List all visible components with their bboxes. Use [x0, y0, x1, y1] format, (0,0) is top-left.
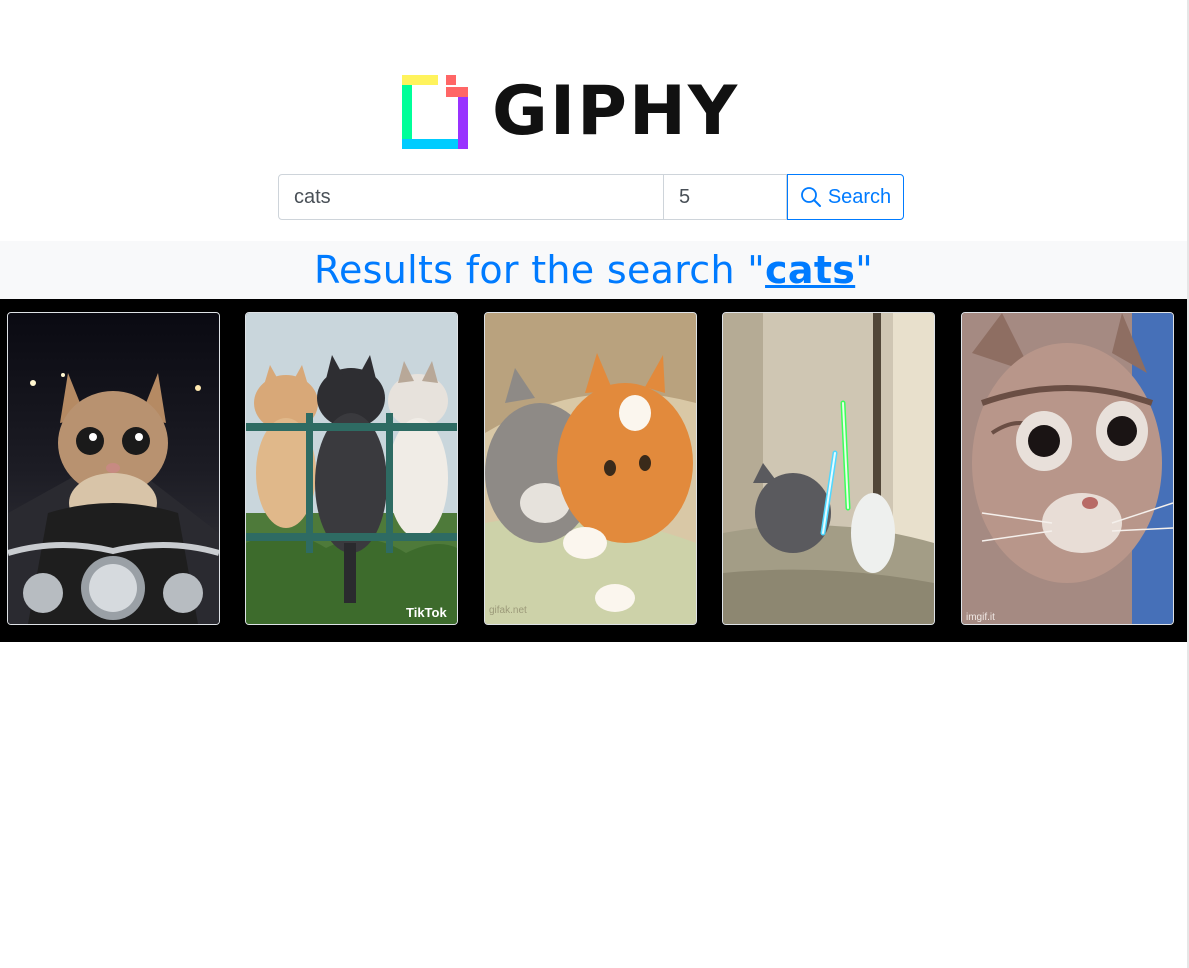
results-prefix: Results for the search " — [314, 248, 766, 292]
giphy-logo-text: GIPHY — [492, 72, 740, 151]
gif-cats-fence-image: TikTok — [246, 313, 457, 624]
gif-cat-surprised-image: imgif.it — [962, 313, 1173, 624]
giphy-logo[interactable]: GIPHY — [402, 74, 782, 150]
gif-cats-cuddling-watermark: gifak.net — [489, 605, 527, 616]
gif-cat-motorcycle[interactable] — [7, 312, 220, 625]
results-heading: Results for the search "cats" — [314, 248, 873, 292]
gif-gallery: TikTok gifak.net imgif.it — [0, 299, 1187, 642]
result-limit-input[interactable] — [664, 174, 787, 220]
gif-cats-lightsaber[interactable] — [722, 312, 935, 625]
gif-cats-lightsaber-image — [723, 313, 934, 624]
search-button[interactable]: Search — [787, 174, 904, 220]
search-form: Search — [278, 174, 904, 220]
gif-cats-cuddling[interactable]: gifak.net — [484, 312, 697, 625]
gif-cats-fence-watermark: TikTok — [406, 605, 447, 620]
gif-cat-motorcycle-image — [8, 313, 219, 624]
results-suffix: " — [855, 248, 873, 292]
results-header: Results for the search "cats" — [0, 241, 1187, 299]
giphy-logo-icon — [402, 75, 468, 149]
search-button-label: Search — [827, 185, 892, 208]
search-query-input[interactable] — [278, 174, 664, 220]
results-term-link[interactable]: cats — [765, 248, 855, 292]
gif-cats-fence[interactable]: TikTok — [245, 312, 458, 625]
gif-cat-surprised[interactable]: imgif.it — [961, 312, 1174, 625]
search-icon — [800, 186, 822, 208]
page: GIPHY Search Results for the search "cat… — [0, 0, 1189, 968]
gif-cats-cuddling-image: gifak.net — [485, 313, 696, 624]
gif-cat-surprised-watermark: imgif.it — [966, 612, 995, 623]
